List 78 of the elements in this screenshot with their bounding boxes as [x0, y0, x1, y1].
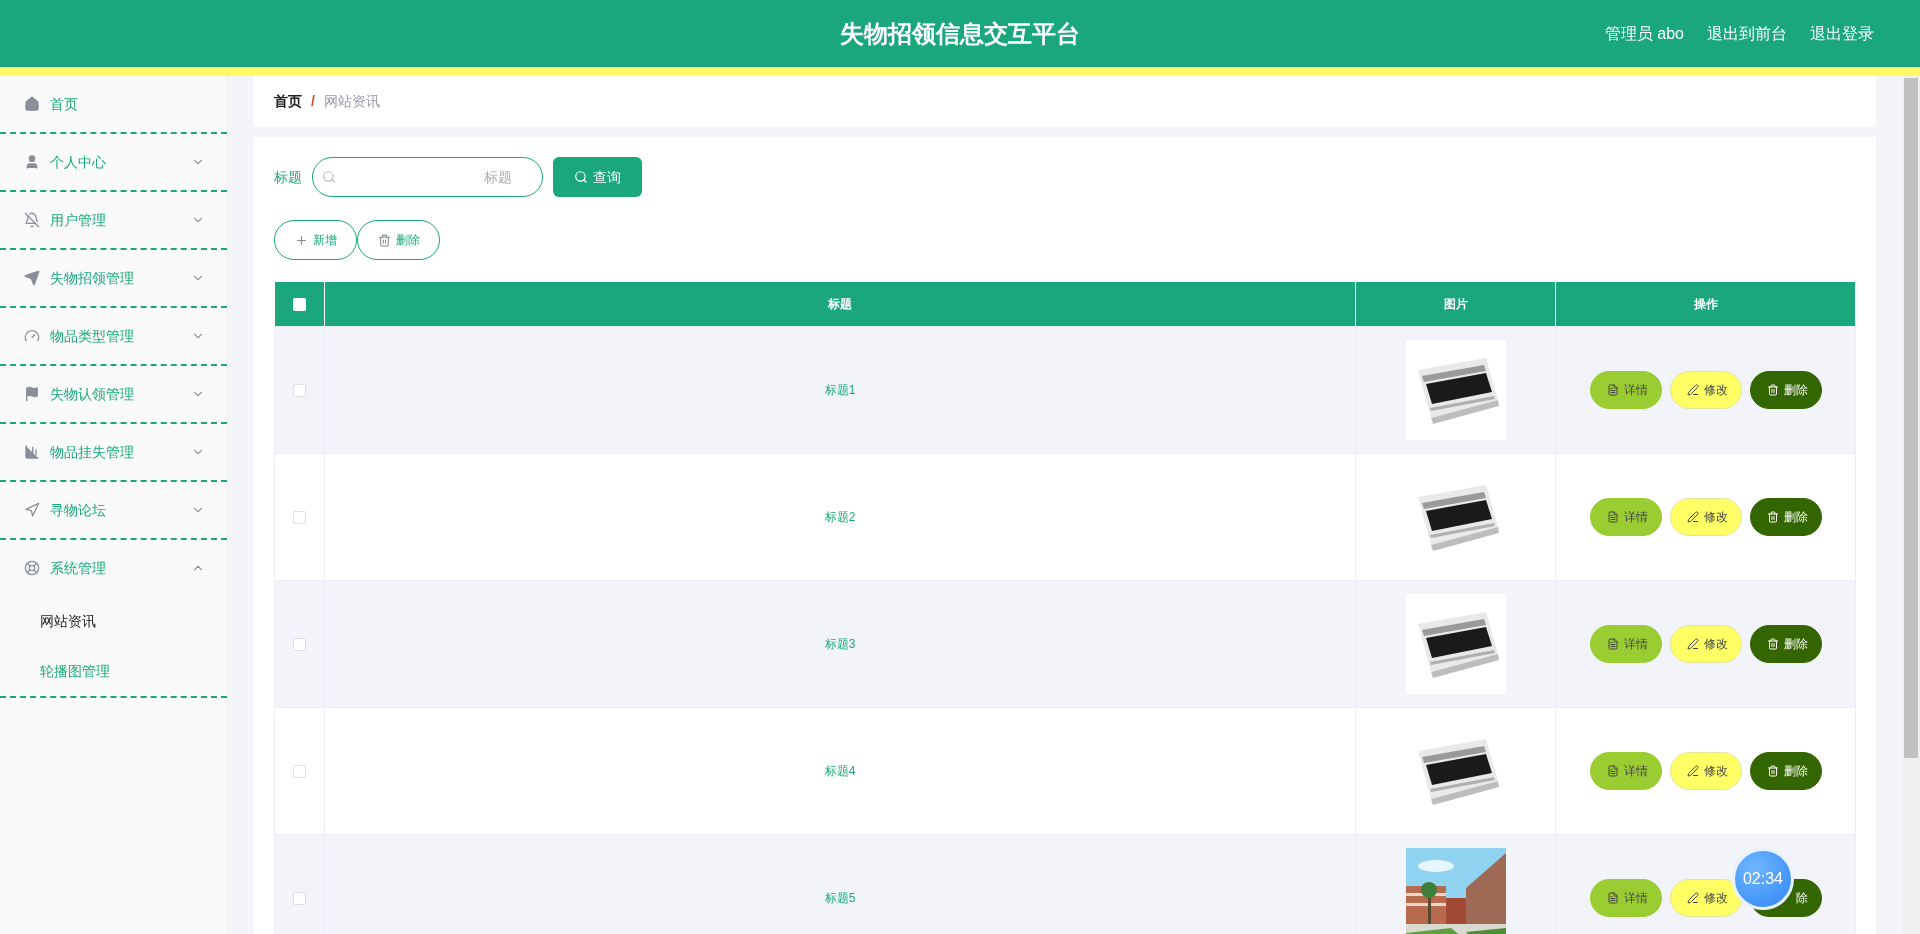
- row-checkbox[interactable]: [293, 383, 306, 397]
- table-cell: 标题2: [324, 453, 1356, 580]
- delete-button[interactable]: 删除: [357, 220, 440, 260]
- detail-button[interactable]: 详情: [1589, 878, 1662, 917]
- breadcrumb-item[interactable]: 首页: [274, 91, 302, 112]
- submenu-item[interactable]: 网站资讯: [0, 596, 227, 646]
- pen-icon: [1686, 891, 1699, 904]
- search-field[interactable]: 标题: [312, 157, 543, 197]
- sidebar-item[interactable]: 首页: [0, 76, 227, 132]
- sidebar-item[interactable]: 个人中心: [0, 134, 227, 190]
- search-icon: [322, 170, 336, 184]
- submenu-item[interactable]: 轮播图管理: [0, 646, 227, 696]
- sidebar-item[interactable]: 物品类型管理: [0, 308, 227, 364]
- header-link[interactable]: 退出登录: [1810, 21, 1874, 46]
- flag-icon: [24, 386, 40, 402]
- detail-button[interactable]: 详情: [1589, 751, 1662, 790]
- column-header: 图片: [1355, 282, 1556, 326]
- pen-icon: [1686, 510, 1699, 523]
- row-checkbox[interactable]: [293, 637, 306, 651]
- table-cell: 标题1: [324, 326, 1356, 453]
- bar-chart-icon: [24, 444, 40, 460]
- trash-icon: [377, 233, 391, 247]
- edit-button[interactable]: 修改: [1669, 370, 1742, 409]
- sidebar-item[interactable]: 系统管理: [0, 540, 227, 596]
- document-icon: [1606, 891, 1619, 904]
- detail-button[interactable]: 详情: [1589, 497, 1662, 536]
- header-link[interactable]: 退出到前台: [1707, 21, 1787, 46]
- pen-icon: [1686, 764, 1699, 777]
- delete-button[interactable]: 删除: [1749, 751, 1822, 790]
- trash-icon: [1766, 637, 1779, 650]
- document-icon: [1606, 510, 1619, 523]
- document-icon: [1606, 637, 1619, 650]
- select-all-checkbox[interactable]: [292, 298, 306, 312]
- sidebar-item[interactable]: 失物招领管理: [0, 250, 227, 306]
- add-button[interactable]: 新增: [274, 220, 357, 260]
- detail-button[interactable]: 详情: [1589, 370, 1662, 409]
- delete-button[interactable]: 删除: [1749, 370, 1822, 409]
- breadcrumb-item: 网站资讯: [323, 92, 380, 111]
- user-icon: [24, 154, 40, 170]
- sidebar-item[interactable]: 物品挂失管理: [0, 424, 227, 480]
- edit-button[interactable]: 修改: [1669, 624, 1742, 663]
- field-label: 标题: [274, 167, 302, 187]
- sidebar-item[interactable]: 用户管理: [0, 192, 227, 248]
- document-icon: [1606, 383, 1619, 396]
- row-checkbox[interactable]: [293, 764, 306, 778]
- table-cell: 标题3: [324, 580, 1356, 707]
- edit-button[interactable]: 修改: [1669, 751, 1742, 790]
- breadcrumb-separator: /: [311, 92, 315, 111]
- row-checkbox[interactable]: [293, 510, 306, 524]
- navigation-icon: [24, 502, 40, 518]
- sidebar-item[interactable]: 寻物论坛: [0, 482, 227, 538]
- trash-icon: [1766, 764, 1779, 777]
- pen-icon: [1686, 637, 1699, 650]
- delete-button[interactable]: 删除: [1749, 497, 1822, 536]
- home-icon: [24, 96, 40, 112]
- row-checkbox[interactable]: [293, 891, 306, 905]
- site-title: 失物招领信息交互平台: [840, 18, 1080, 49]
- column-header: 操作: [1555, 282, 1856, 326]
- document-icon: [1606, 764, 1619, 777]
- detail-button[interactable]: 详情: [1589, 624, 1662, 663]
- edit-button[interactable]: 修改: [1669, 497, 1742, 536]
- paper-plane-icon: [24, 270, 40, 286]
- table-cell: 标题4: [324, 707, 1356, 834]
- edit-button[interactable]: 修改: [1669, 878, 1742, 917]
- admin-label: 管理员 abo: [1604, 23, 1684, 44]
- lifebuoy-icon: [24, 560, 40, 576]
- bell-off-icon: [24, 212, 40, 228]
- gauge-icon: [24, 328, 40, 344]
- sidebar-item[interactable]: 失物认领管理: [0, 366, 227, 422]
- column-header: 标题: [324, 282, 1356, 326]
- query-button[interactable]: 查询: [553, 157, 642, 197]
- search-icon: [574, 170, 588, 184]
- trash-icon: [1766, 510, 1779, 523]
- delete-button[interactable]: 删除: [1749, 624, 1822, 663]
- pen-icon: [1686, 383, 1699, 396]
- trash-icon: [1766, 383, 1779, 396]
- plus-icon: [294, 233, 308, 247]
- scrollbar-thumb[interactable]: [1904, 78, 1918, 758]
